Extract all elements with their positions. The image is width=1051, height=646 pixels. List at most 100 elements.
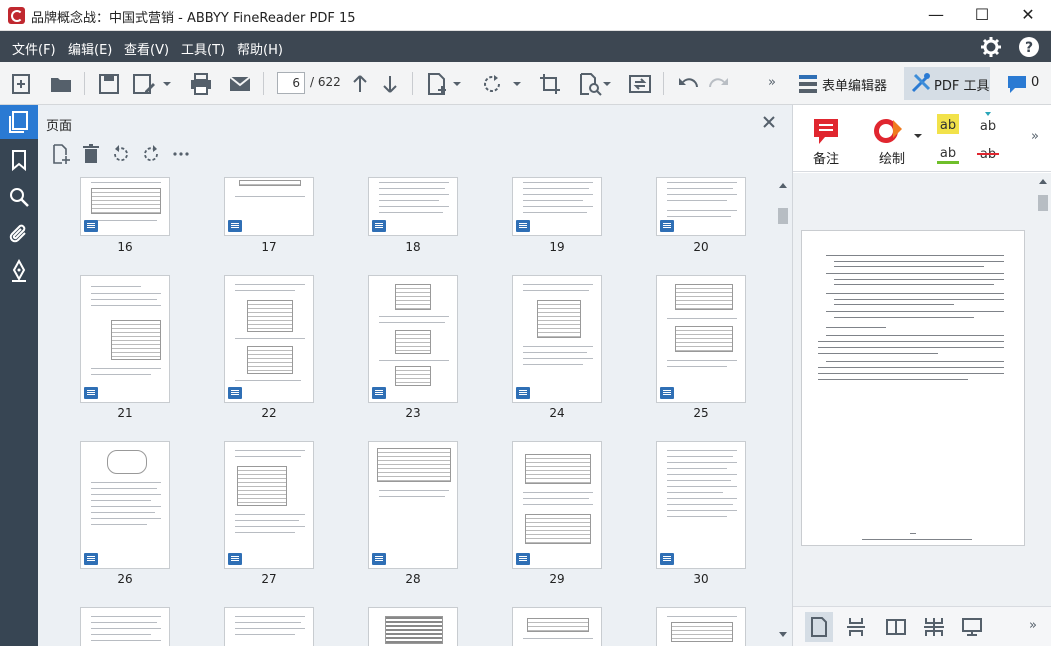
- highlight-text-icon[interactable]: ab: [937, 114, 959, 134]
- close-window-button[interactable]: ✕: [1005, 0, 1051, 31]
- page-thumbnail[interactable]: [80, 607, 170, 646]
- rotate-right-icon[interactable]: [140, 143, 162, 165]
- close-panel-icon[interactable]: [760, 113, 778, 131]
- save-dropdown-icon[interactable]: [160, 71, 174, 97]
- page-thumbnail[interactable]: [368, 177, 458, 236]
- pdf-tools-button[interactable]: PDF 工具: [904, 67, 990, 100]
- pages-panel-title: 页面: [46, 119, 73, 134]
- search-icon[interactable]: [7, 185, 31, 209]
- page-thumbnail[interactable]: [224, 441, 314, 569]
- page-thumbnail[interactable]: [512, 441, 602, 569]
- save-icon[interactable]: [96, 71, 122, 97]
- annotation-toolbar: 备注 绘制 ab ab ab ab »: [793, 105, 1051, 172]
- page-thumbnail[interactable]: [656, 607, 746, 646]
- form-editor-button[interactable]: 表单编辑器: [822, 75, 887, 94]
- page-number: 23: [405, 406, 421, 420]
- pages-scrollbar[interactable]: [774, 177, 792, 646]
- form-editor-icon[interactable]: [796, 71, 822, 97]
- preview-scroll-up-arrow-icon[interactable]: [1039, 179, 1047, 184]
- previous-page-arrow-icon[interactable]: [347, 71, 373, 97]
- page-thumbnail[interactable]: [224, 177, 314, 236]
- compare-icon[interactable]: [627, 71, 653, 97]
- attachments-icon[interactable]: [7, 222, 31, 246]
- thumbnail-grid: 16 17 18 19 20 21 22 23 24 25 26 27 28 2…: [38, 177, 774, 646]
- add-page-icon[interactable]: [50, 143, 72, 165]
- rotate-left-icon[interactable]: [110, 143, 132, 165]
- add-pages-icon[interactable]: [9, 71, 35, 97]
- toolbar-more[interactable]: »: [768, 75, 776, 90]
- page-number: 28: [405, 572, 421, 586]
- pages-icon[interactable]: [7, 110, 31, 134]
- draw-button-label[interactable]: 绘制: [879, 148, 905, 167]
- menu-help[interactable]: 帮助(H): [237, 39, 283, 58]
- settings-gear-icon[interactable]: [980, 36, 1002, 58]
- menu-tools[interactable]: 工具(T): [181, 39, 225, 58]
- bookmarks-icon[interactable]: [7, 148, 31, 172]
- pages-panel: 页面 16 17 18 19 20 21 22 23 24 25 26 27 2…: [38, 105, 792, 646]
- page-thumbnail[interactable]: [80, 441, 170, 569]
- preview-scrollbar-thumb[interactable]: [1038, 195, 1048, 211]
- rotate-dropdown-icon[interactable]: [511, 71, 523, 97]
- recognize-dropdown-icon[interactable]: [601, 71, 613, 97]
- single-page-view-icon[interactable]: [805, 612, 833, 642]
- crop-icon[interactable]: [537, 71, 563, 97]
- page-thumbnail[interactable]: [656, 441, 746, 569]
- preview-scrollbar[interactable]: [1034, 173, 1051, 606]
- strikethrough-text-icon[interactable]: ab: [977, 143, 999, 165]
- insert-text-icon[interactable]: ab: [977, 112, 999, 134]
- add-page-icon[interactable]: [424, 71, 450, 97]
- add-page-dropdown-icon[interactable]: [451, 71, 463, 97]
- menu-file[interactable]: 文件(F): [12, 39, 56, 58]
- app-logo-icon: [8, 7, 25, 24]
- full-screen-icon[interactable]: [961, 616, 983, 638]
- page-thumbnail[interactable]: [368, 275, 458, 403]
- page-thumbnail[interactable]: [656, 177, 746, 236]
- comments-icon[interactable]: [1005, 71, 1031, 97]
- help-icon[interactable]: ?: [1018, 36, 1040, 58]
- scroll-up-arrow-icon[interactable]: [779, 183, 787, 188]
- more-options-icon[interactable]: [170, 143, 192, 165]
- note-icon[interactable]: [813, 118, 839, 146]
- page-thumbnail[interactable]: [368, 607, 458, 646]
- menu-view[interactable]: 查看(V): [124, 39, 169, 58]
- scroll-view-icon[interactable]: [845, 616, 867, 638]
- recognize-page-icon[interactable]: [577, 71, 603, 97]
- text-layer-badge-icon: [516, 387, 530, 399]
- draw-dropdown-icon[interactable]: [913, 131, 923, 141]
- right-tools-more[interactable]: »: [1031, 129, 1039, 144]
- redo-icon[interactable]: [706, 71, 732, 97]
- page-thumbnail[interactable]: [80, 177, 170, 236]
- delete-page-icon[interactable]: [80, 143, 102, 165]
- scroll-down-arrow-icon[interactable]: [779, 632, 787, 637]
- scrollbar-thumb[interactable]: [778, 208, 788, 224]
- underline-text-icon[interactable]: ab: [937, 143, 959, 165]
- rotate-page-icon[interactable]: [479, 71, 505, 97]
- text-layer-badge-icon: [84, 220, 98, 232]
- menu-edit[interactable]: 编辑(E): [68, 39, 112, 58]
- next-page-arrow-icon[interactable]: [377, 71, 403, 97]
- view-mode-more[interactable]: »: [1029, 618, 1037, 633]
- maximize-button[interactable]: ☐: [959, 0, 1005, 31]
- signatures-icon[interactable]: [7, 259, 31, 283]
- page-thumbnail[interactable]: [368, 441, 458, 569]
- page-thumbnail[interactable]: [224, 607, 314, 646]
- undo-icon[interactable]: [675, 71, 701, 97]
- minimize-button[interactable]: —: [913, 0, 959, 31]
- current-page-input[interactable]: 6: [277, 72, 305, 94]
- page-thumbnail[interactable]: [512, 275, 602, 403]
- open-folder-icon[interactable]: [48, 71, 74, 97]
- print-icon[interactable]: [188, 71, 214, 97]
- two-page-view-icon[interactable]: [885, 616, 907, 638]
- page-thumbnail[interactable]: [656, 275, 746, 403]
- draw-icon[interactable]: [873, 116, 905, 146]
- page-thumbnail[interactable]: [512, 607, 602, 646]
- page-thumbnail[interactable]: [224, 275, 314, 403]
- page-thumbnail[interactable]: [512, 177, 602, 236]
- save-as-icon[interactable]: [131, 71, 157, 97]
- preview-page[interactable]: [801, 230, 1025, 546]
- email-icon[interactable]: [227, 71, 253, 97]
- note-button-label[interactable]: 备注: [813, 148, 839, 167]
- text-layer-badge-icon: [372, 553, 386, 565]
- page-thumbnail[interactable]: [80, 275, 170, 403]
- two-page-scroll-view-icon[interactable]: [923, 616, 945, 638]
